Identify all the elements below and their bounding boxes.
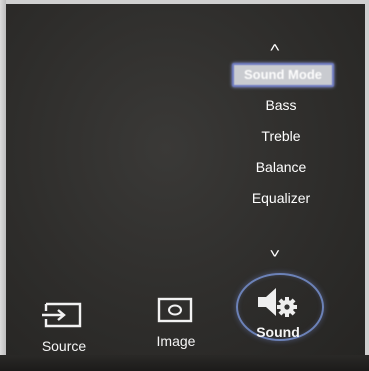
bottom-item-image[interactable]: Image <box>148 295 204 355</box>
screen-bezel-right <box>365 0 369 371</box>
scroll-up-chevron-icon[interactable]: ˄ <box>269 40 280 55</box>
menu-item-balance[interactable]: Balance <box>232 159 330 175</box>
screen-bezel-left <box>0 0 6 371</box>
image-picture-icon <box>157 297 193 323</box>
bottom-item-sound[interactable]: Sound <box>238 280 318 340</box>
bottom-item-source[interactable]: Source <box>34 298 94 358</box>
screen-bezel-top <box>0 0 369 4</box>
scroll-down-chevron-icon[interactable]: ˅ <box>269 246 280 261</box>
speaker-gear-icon <box>258 288 297 317</box>
bottom-item-label: Source <box>41 338 87 354</box>
tv-screen: ˄ Sound Mode Bass Treble Balance Equaliz… <box>0 0 369 371</box>
bottom-item-label: Sound <box>256 324 300 340</box>
menu-item-bass[interactable]: Bass <box>232 97 330 113</box>
menu-item-treble[interactable]: Treble <box>232 128 330 144</box>
bottom-item-label: Image <box>156 333 196 349</box>
source-input-icon <box>42 302 82 328</box>
menu-item-equalizer[interactable]: Equalizer <box>232 190 330 206</box>
menu-item-sound-mode[interactable]: Sound Mode <box>232 63 334 87</box>
